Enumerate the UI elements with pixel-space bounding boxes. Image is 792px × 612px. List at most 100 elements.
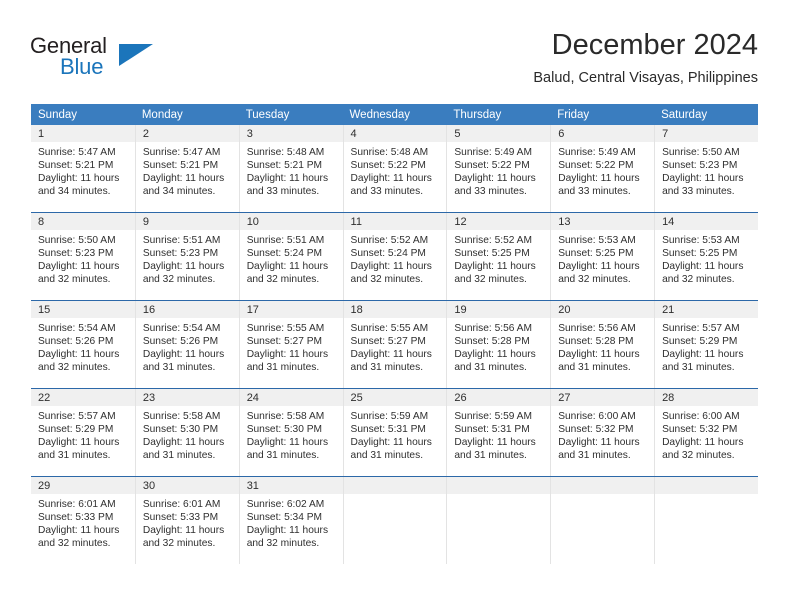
calendar-day-cell[interactable]: 19 Sunrise: 5:56 AM Sunset: 5:28 PM Dayligh… <box>446 300 551 389</box>
calendar-day-cell[interactable]: 15 Sunrise: 5:54 AM Sunset: 5:26 PM Dayligh… <box>31 300 135 389</box>
day-number <box>447 477 551 494</box>
calendar-day-cell[interactable]: 26 Sunrise: 5:59 AM Sunset: 5:31 PM Dayligh… <box>446 388 551 477</box>
weekday-header-friday: Friday <box>550 104 655 125</box>
sunrise-time: Sunrise: 5:51 AM <box>246 235 325 246</box>
day-details: Sunrise: 5:58 AM Sunset: 5:30 PM Daylight:… <box>136 406 239 462</box>
calendar-day-cell-empty <box>342 476 447 564</box>
daylight-duration-line2: and 32 minutes. <box>350 274 424 286</box>
sunrise-time: Sunrise: 5:57 AM <box>38 411 116 422</box>
day-cell-inner: 17 Sunrise: 5:55 AM Sunset: 5:27 PM Dayligh… <box>238 301 343 388</box>
day-cell-inner: 25 Sunrise: 5:59 AM Sunset: 5:31 PM Dayligh… <box>342 389 447 476</box>
sunset-time: Sunset: 5:31 PM <box>350 424 426 436</box>
daylight-duration-line1: Daylight: 11 hours <box>142 525 225 537</box>
calendar-week-row: 29 Sunrise: 6:01 AM Sunset: 5:33 PM Dayligh… <box>31 476 758 564</box>
sunrise-time: Sunrise: 6:02 AM <box>246 499 325 510</box>
day-cell-inner: 26 Sunrise: 5:59 AM Sunset: 5:31 PM Dayligh… <box>446 389 551 476</box>
daylight-duration-line2: and 32 minutes. <box>558 274 631 286</box>
daylight-duration-line1: Daylight: 11 hours <box>246 525 329 537</box>
calendar-day-cell[interactable]: 14 Sunrise: 5:53 AM Sunset: 5:25 PM Dayligh… <box>654 212 758 301</box>
sunrise-time: Sunrise: 6:00 AM <box>558 411 636 422</box>
sunset-time: Sunset: 5:27 PM <box>350 336 426 348</box>
calendar-day-cell[interactable]: 22 Sunrise: 5:57 AM Sunset: 5:29 PM Dayligh… <box>31 388 135 477</box>
day-cell-inner <box>550 477 655 564</box>
sunrise-time: Sunrise: 5:47 AM <box>142 147 221 158</box>
daylight-duration-line1: Daylight: 11 hours <box>246 349 329 361</box>
sunset-time: Sunset: 5:33 PM <box>142 512 219 524</box>
sunrise-time: Sunrise: 5:47 AM <box>38 147 116 158</box>
calendar-day-cell[interactable]: 23 Sunrise: 5:58 AM Sunset: 5:30 PM Dayligh… <box>134 388 239 477</box>
day-cell-inner: 1 Sunrise: 5:47 AM Sunset: 5:21 PM Daylight… <box>31 125 135 212</box>
calendar-day-cell[interactable]: 5 Sunrise: 5:49 AM Sunset: 5:22 PM Daylight… <box>446 125 551 213</box>
sunset-time: Sunset: 5:25 PM <box>558 248 634 260</box>
calendar-day-cell[interactable]: 2 Sunrise: 5:47 AM Sunset: 5:21 PM Daylight… <box>134 125 239 213</box>
sunset-time: Sunset: 5:29 PM <box>38 424 114 436</box>
calendar-day-cell[interactable]: 9 Sunrise: 5:51 AM Sunset: 5:23 PM Daylight… <box>134 212 239 301</box>
calendar-week-row: 8 Sunrise: 5:50 AM Sunset: 5:23 PM Daylight… <box>31 212 758 301</box>
calendar-day-cell[interactable]: 25 Sunrise: 5:59 AM Sunset: 5:31 PM Dayligh… <box>342 388 447 477</box>
calendar-day-cell[interactable]: 4 Sunrise: 5:48 AM Sunset: 5:22 PM Daylight… <box>342 125 447 213</box>
sunrise-time: Sunrise: 5:59 AM <box>454 411 532 422</box>
sunrise-time: Sunrise: 5:50 AM <box>38 235 116 246</box>
sunset-time: Sunset: 5:25 PM <box>662 248 738 260</box>
calendar-day-cell[interactable]: 29 Sunrise: 6:01 AM Sunset: 5:33 PM Dayligh… <box>31 476 135 564</box>
sunset-time: Sunset: 5:21 PM <box>246 160 323 172</box>
day-number: 1 <box>31 125 135 142</box>
day-details: Sunrise: 5:57 AM Sunset: 5:29 PM Daylight:… <box>655 318 758 374</box>
calendar-day-cell[interactable]: 21 Sunrise: 5:57 AM Sunset: 5:29 PM Dayligh… <box>654 300 758 389</box>
calendar-day-cell[interactable]: 20 Sunrise: 5:56 AM Sunset: 5:28 PM Dayligh… <box>550 300 655 389</box>
calendar-day-cell[interactable]: 1 Sunrise: 5:47 AM Sunset: 5:21 PM Daylight… <box>31 125 135 213</box>
weekday-header-thursday: Thursday <box>446 104 551 125</box>
calendar-day-cell[interactable]: 7 Sunrise: 5:50 AM Sunset: 5:23 PM Daylight… <box>654 125 758 213</box>
daylight-duration-line1: Daylight: 11 hours <box>350 349 432 361</box>
daylight-duration-line1: Daylight: 11 hours <box>350 437 432 449</box>
calendar-day-cell[interactable]: 8 Sunrise: 5:50 AM Sunset: 5:23 PM Daylight… <box>31 212 135 301</box>
daylight-duration-line2: and 32 minutes. <box>38 538 111 550</box>
calendar-day-cell[interactable]: 11 Sunrise: 5:52 AM Sunset: 5:24 PM Dayligh… <box>342 212 447 301</box>
calendar-day-cell[interactable]: 27 Sunrise: 6:00 AM Sunset: 5:32 PM Dayligh… <box>550 388 655 477</box>
calendar-day-cell[interactable]: 30 Sunrise: 6:01 AM Sunset: 5:33 PM Dayligh… <box>134 476 239 564</box>
sunrise-time: Sunrise: 5:50 AM <box>662 147 740 158</box>
day-number: 25 <box>343 389 447 406</box>
day-details: Sunrise: 5:48 AM Sunset: 5:22 PM Daylight:… <box>344 142 447 198</box>
sunset-time: Sunset: 5:29 PM <box>662 336 738 348</box>
day-cell-inner <box>446 477 551 564</box>
day-cell-inner: 3 Sunrise: 5:48 AM Sunset: 5:21 PM Daylight… <box>238 125 343 212</box>
calendar-day-cell[interactable]: 31 Sunrise: 6:02 AM Sunset: 5:34 PM Dayligh… <box>238 476 343 564</box>
calendar-day-cell[interactable]: 17 Sunrise: 5:55 AM Sunset: 5:27 PM Dayligh… <box>238 300 343 389</box>
sunset-time: Sunset: 5:26 PM <box>38 336 114 348</box>
day-cell-inner: 16 Sunrise: 5:54 AM Sunset: 5:26 PM Dayligh… <box>134 301 239 388</box>
day-cell-inner: 7 Sunrise: 5:50 AM Sunset: 5:23 PM Daylight… <box>654 125 758 212</box>
calendar-day-cell[interactable]: 28 Sunrise: 6:00 AM Sunset: 5:32 PM Dayligh… <box>654 388 758 477</box>
day-number: 28 <box>655 389 758 406</box>
calendar-day-cell[interactable]: 6 Sunrise: 5:49 AM Sunset: 5:22 PM Daylight… <box>550 125 655 213</box>
calendar-day-cell[interactable]: 18 Sunrise: 5:55 AM Sunset: 5:27 PM Dayligh… <box>342 300 447 389</box>
daylight-duration-line1: Daylight: 11 hours <box>142 173 225 185</box>
calendar-day-cell[interactable]: 16 Sunrise: 5:54 AM Sunset: 5:26 PM Dayligh… <box>134 300 239 389</box>
sunset-time: Sunset: 5:23 PM <box>38 248 114 260</box>
day-details <box>344 494 447 498</box>
daylight-duration-line2: and 32 minutes. <box>662 450 735 462</box>
sunset-time: Sunset: 5:21 PM <box>142 160 219 172</box>
calendar-day-cell[interactable]: 10 Sunrise: 5:51 AM Sunset: 5:24 PM Dayligh… <box>238 212 343 301</box>
calendar-day-cell[interactable]: 24 Sunrise: 5:58 AM Sunset: 5:30 PM Dayligh… <box>238 388 343 477</box>
daylight-duration-line1: Daylight: 11 hours <box>38 349 120 361</box>
sunset-time: Sunset: 5:32 PM <box>662 424 738 436</box>
day-cell-inner: 31 Sunrise: 6:02 AM Sunset: 5:34 PM Dayligh… <box>238 477 343 564</box>
day-cell-inner: 22 Sunrise: 5:57 AM Sunset: 5:29 PM Dayligh… <box>31 389 135 476</box>
sunrise-time: Sunrise: 6:00 AM <box>662 411 740 422</box>
calendar-day-cell[interactable]: 13 Sunrise: 5:53 AM Sunset: 5:25 PM Dayligh… <box>550 212 655 301</box>
day-cell-inner: 9 Sunrise: 5:51 AM Sunset: 5:23 PM Daylight… <box>134 213 239 300</box>
generalblue-logo[interactable]: General Blue <box>30 33 180 81</box>
day-cell-inner <box>342 477 447 564</box>
day-cell-inner: 19 Sunrise: 5:56 AM Sunset: 5:28 PM Dayligh… <box>446 301 551 388</box>
daylight-duration-line2: and 32 minutes. <box>38 274 111 286</box>
calendar-day-cell-empty <box>654 476 758 564</box>
daylight-duration-line1: Daylight: 11 hours <box>142 437 225 449</box>
calendar-day-cell[interactable]: 12 Sunrise: 5:52 AM Sunset: 5:25 PM Dayligh… <box>446 212 551 301</box>
daylight-duration-line1: Daylight: 11 hours <box>38 525 120 537</box>
day-number: 11 <box>343 213 447 230</box>
day-cell-inner: 2 Sunrise: 5:47 AM Sunset: 5:21 PM Daylight… <box>134 125 239 212</box>
sunrise-time: Sunrise: 5:55 AM <box>246 323 325 334</box>
sunrise-time: Sunrise: 5:52 AM <box>350 235 429 246</box>
calendar-day-cell[interactable]: 3 Sunrise: 5:48 AM Sunset: 5:21 PM Daylight… <box>238 125 343 213</box>
